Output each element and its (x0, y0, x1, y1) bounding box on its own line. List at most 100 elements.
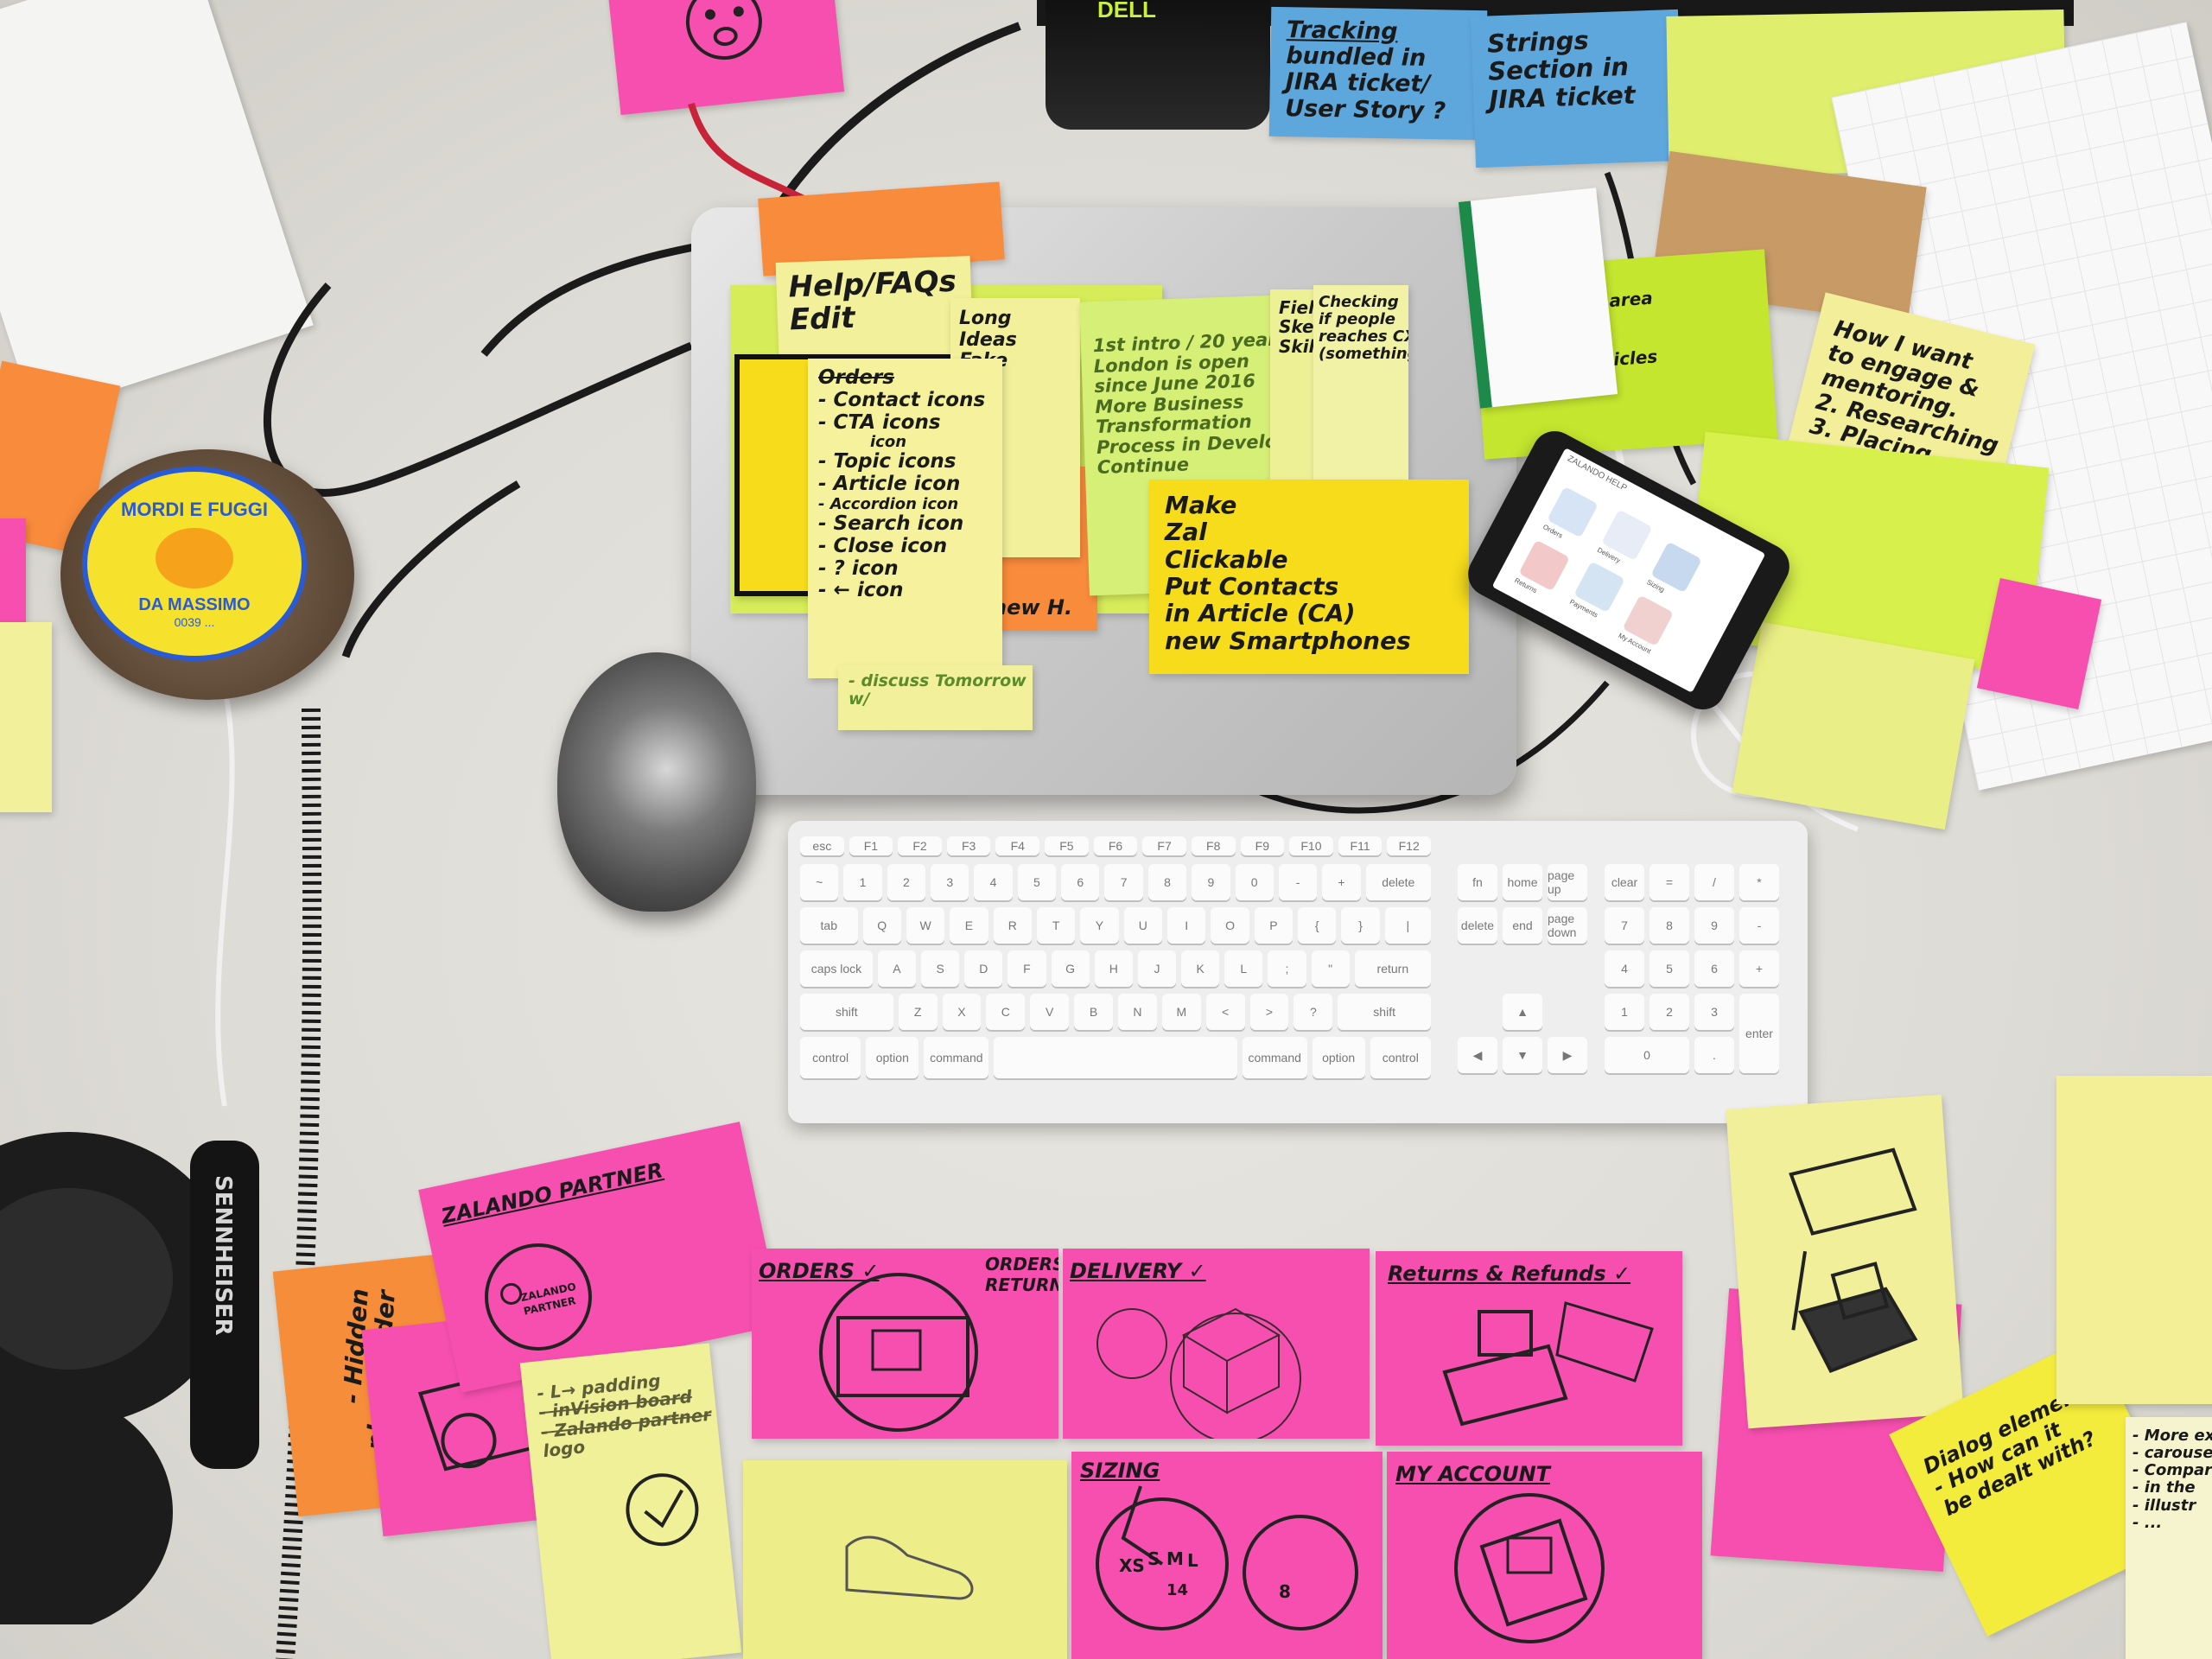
key[interactable]: ? (1294, 994, 1332, 1030)
key[interactable]: Z (899, 994, 938, 1030)
key[interactable]: option (866, 1037, 918, 1078)
key[interactable]: I (1167, 907, 1205, 944)
key[interactable]: F12 (1387, 836, 1431, 855)
key[interactable]: 0 (1605, 1037, 1689, 1073)
key[interactable]: = (1649, 864, 1689, 900)
key[interactable]: 8 (1148, 864, 1186, 900)
key[interactable]: K (1181, 950, 1219, 987)
key[interactable]: 2 (1649, 994, 1689, 1030)
key[interactable]: 8 (1649, 907, 1689, 944)
key[interactable]: F7 (1142, 836, 1186, 855)
key[interactable]: } (1341, 907, 1379, 944)
key[interactable]: 6 (1694, 950, 1734, 987)
key[interactable]: control (800, 1037, 861, 1078)
key[interactable]: ~ (800, 864, 838, 900)
key[interactable]: F3 (947, 836, 991, 855)
key[interactable]: clear (1605, 864, 1644, 900)
key[interactable]: T (1037, 907, 1075, 944)
key[interactable]: E (950, 907, 988, 944)
key[interactable] (994, 1037, 1236, 1078)
key[interactable]: 5 (1018, 864, 1056, 900)
key[interactable]: G (1052, 950, 1090, 987)
key[interactable]: command (924, 1037, 988, 1078)
key[interactable]: F11 (1338, 836, 1382, 855)
key[interactable]: O (1211, 907, 1249, 944)
key[interactable]: 2 (887, 864, 925, 900)
key[interactable]: N (1118, 994, 1157, 1030)
key[interactable]: 6 (1061, 864, 1099, 900)
key[interactable]: | (1385, 907, 1431, 944)
key[interactable]: 9 (1192, 864, 1230, 900)
key[interactable]: home (1503, 864, 1542, 900)
key[interactable]: 7 (1605, 907, 1644, 944)
key[interactable]: tab (800, 907, 858, 944)
key[interactable]: < (1206, 994, 1245, 1030)
key[interactable]: P (1255, 907, 1293, 944)
key[interactable]: D (964, 950, 1002, 987)
key[interactable]: enter (1739, 994, 1779, 1073)
key[interactable]: page up (1548, 864, 1587, 900)
key[interactable]: 9 (1694, 907, 1734, 944)
key[interactable]: 0 (1236, 864, 1274, 900)
key[interactable]: F10 (1289, 836, 1333, 855)
key[interactable]: F8 (1192, 836, 1236, 855)
key[interactable]: Y (1080, 907, 1118, 944)
key[interactable]: delete (1458, 907, 1497, 944)
key[interactable]: - (1279, 864, 1317, 900)
key[interactable]: control (1370, 1037, 1431, 1078)
key[interactable]: " (1312, 950, 1350, 987)
key[interactable]: + (1739, 950, 1779, 987)
key[interactable]: A (878, 950, 916, 987)
key[interactable]: . (1694, 1037, 1734, 1073)
arrow-key-icon[interactable]: ▶ (1548, 1037, 1587, 1073)
key[interactable]: U (1124, 907, 1162, 944)
key[interactable]: C (986, 994, 1025, 1030)
key[interactable]: B (1074, 994, 1113, 1030)
key[interactable]: + (1322, 864, 1360, 900)
key[interactable]: delete (1366, 864, 1431, 900)
key[interactable]: command (1243, 1037, 1307, 1078)
key[interactable]: shift (1338, 994, 1431, 1030)
key[interactable]: 1 (1605, 994, 1644, 1030)
arrow-key-icon[interactable]: ▼ (1503, 1037, 1542, 1073)
key[interactable]: F2 (898, 836, 942, 855)
key[interactable]: > (1250, 994, 1289, 1030)
key[interactable]: M (1162, 994, 1201, 1030)
key[interactable]: caps lock (800, 950, 873, 987)
key[interactable]: 4 (974, 864, 1012, 900)
key[interactable]: option (1313, 1037, 1365, 1078)
key[interactable]: X (943, 994, 982, 1030)
key[interactable]: end (1503, 907, 1542, 944)
key[interactable]: 3 (931, 864, 969, 900)
key[interactable]: page down (1548, 907, 1587, 944)
key[interactable]: * (1739, 864, 1779, 900)
key[interactable]: 3 (1694, 994, 1734, 1030)
key[interactable]: R (994, 907, 1032, 944)
key[interactable]: F6 (1094, 836, 1138, 855)
key[interactable]: W (906, 907, 944, 944)
key[interactable]: F9 (1241, 836, 1285, 855)
key[interactable]: H (1095, 950, 1133, 987)
key[interactable]: 7 (1104, 864, 1142, 900)
key[interactable]: 4 (1605, 950, 1644, 987)
arrow-key-icon[interactable]: ▲ (1503, 994, 1542, 1030)
key[interactable]: fn (1458, 864, 1497, 900)
key[interactable]: J (1138, 950, 1176, 987)
key[interactable]: { (1298, 907, 1336, 944)
key[interactable]: esc (800, 836, 844, 855)
key[interactable]: 5 (1649, 950, 1689, 987)
key[interactable]: - (1739, 907, 1779, 944)
key[interactable]: return (1355, 950, 1431, 987)
key[interactable]: S (921, 950, 959, 987)
arrow-key-icon[interactable]: ◀ (1458, 1037, 1497, 1073)
key[interactable]: ; (1268, 950, 1306, 987)
key[interactable]: shift (800, 994, 893, 1030)
key[interactable]: F5 (1045, 836, 1089, 855)
key[interactable]: / (1694, 864, 1734, 900)
key[interactable]: Q (863, 907, 901, 944)
key[interactable]: L (1224, 950, 1262, 987)
key[interactable]: V (1030, 994, 1069, 1030)
key[interactable]: F4 (995, 836, 1039, 855)
key[interactable]: F (1007, 950, 1046, 987)
key[interactable]: 1 (843, 864, 881, 900)
